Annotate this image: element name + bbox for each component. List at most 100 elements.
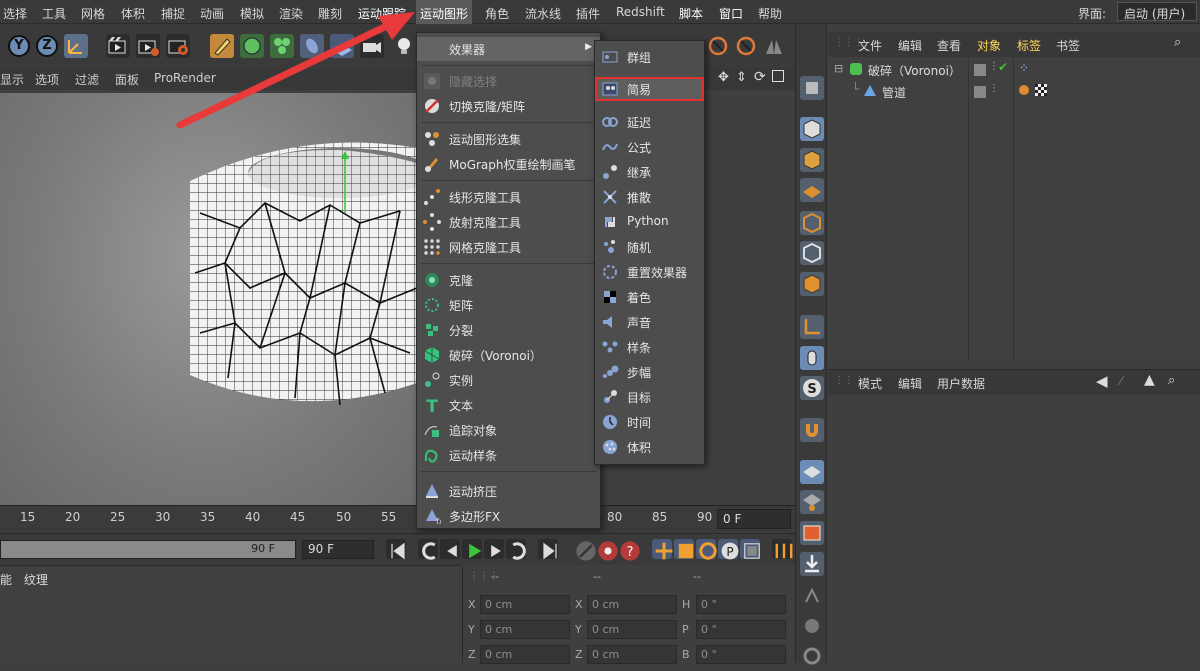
prev-key-icon[interactable] (418, 539, 438, 560)
om-menu-objects[interactable]: 对象 (977, 37, 1001, 54)
prev-frame-icon[interactable] (440, 539, 460, 559)
menu-pipeline[interactable]: 流水线 (525, 5, 561, 22)
render-settings-icon[interactable] (166, 34, 190, 58)
viewport-window-icon[interactable] (800, 521, 824, 545)
menu-item-reeffector[interactable]: 重置效果器 (595, 260, 704, 284)
max-frame-field[interactable]: 90 F (302, 540, 374, 559)
menu-simulate[interactable]: 模拟 (240, 5, 264, 22)
disable-tool-icon[interactable] (706, 34, 730, 58)
menu-item-plain-effector[interactable]: 简易 (595, 77, 704, 101)
symmetry-icon[interactable] (762, 34, 786, 58)
menu-item-linear-clone-tool[interactable]: 线形克隆工具 (417, 185, 600, 209)
menu-tools[interactable]: 工具 (42, 5, 66, 22)
menu-select[interactable]: 选择 (3, 5, 27, 22)
menu-item-time-effector[interactable]: 时间 (595, 410, 704, 434)
timeline-ruler[interactable]: 15 20 25 30 35 40 45 50 55 60 65 70 75 8… (0, 505, 795, 533)
menu-item-toggle-clone-matrix[interactable]: 切换克隆/矩阵 (417, 94, 600, 118)
ik-icon[interactable] (800, 582, 824, 606)
menu-volume[interactable]: 体积 (121, 5, 145, 22)
mograph-tag-icon[interactable]: ⁘ (1019, 61, 1029, 75)
object-row[interactable]: ⊟ 破碎（Voronoi） ⋮ ✔ ⁘ (828, 60, 1200, 81)
points-mode-icon[interactable] (800, 211, 824, 235)
menu-item-voronoi-fracture[interactable]: 破碎（Voronoi） (417, 343, 600, 367)
position-z-field[interactable]: 0 cm (480, 645, 570, 664)
menu-item-random-effector[interactable]: 随机 (595, 235, 704, 259)
render-to-picture-viewer-icon[interactable] (136, 34, 160, 58)
menu-item-formula-effector[interactable]: 公式 (595, 135, 704, 159)
zoom-view-icon[interactable]: ⇕ (736, 70, 747, 85)
current-frame-field[interactable]: 0 F (717, 509, 791, 529)
menu-motion-tracking[interactable]: 运动跟踪 (358, 5, 406, 22)
size-x-field[interactable]: 0 cm (587, 595, 677, 614)
edges-mode-icon[interactable] (800, 241, 824, 265)
disable-tool-2-icon[interactable] (734, 34, 758, 58)
layout-select[interactable]: 启动 (用户) (1117, 2, 1197, 21)
next-frame-icon[interactable] (484, 539, 504, 559)
menu-item-target-effector[interactable]: 目标 (595, 385, 704, 409)
axis-z-icon[interactable]: Z (36, 35, 58, 57)
menu-item-mospline[interactable]: 运动样条 (417, 443, 600, 467)
collapse-icon[interactable]: ⊟ (834, 62, 843, 75)
auto-key-icon[interactable]: ? (618, 539, 640, 561)
viewport-3d[interactable] (0, 93, 417, 505)
record-disabled-icon[interactable] (574, 539, 596, 561)
search-icon[interactable]: ⌕ (1168, 373, 1175, 388)
pen-tool-icon[interactable] (210, 34, 234, 58)
menu-item-volume-effector[interactable]: 体积 (595, 435, 704, 459)
rotation-h-field[interactable]: 0 ° (696, 595, 786, 614)
go-to-end-icon[interactable] (538, 539, 558, 560)
play-icon[interactable] (462, 539, 482, 559)
menu-plugins[interactable]: 插件 (576, 5, 600, 22)
menu-item-fracture[interactable]: 分裂 (417, 318, 600, 342)
position-x-field[interactable]: 0 cm (480, 595, 570, 614)
visibility-dots-icon[interactable]: ⋮ (989, 83, 999, 94)
menu-animate[interactable]: 动画 (200, 5, 224, 22)
key-pla-icon[interactable] (740, 539, 760, 559)
menu-item-delay-effector[interactable]: 延迟 (595, 110, 704, 134)
om-menu-edit[interactable]: 编辑 (898, 37, 922, 54)
menu-item-spline-effector[interactable]: 样条 (595, 335, 704, 359)
light-icon[interactable] (392, 34, 416, 58)
workplane-lock-icon[interactable] (800, 490, 824, 514)
search-icon[interactable]: ⌕ (1174, 35, 1181, 50)
menu-snap[interactable]: 捕捉 (161, 5, 185, 22)
camera-icon[interactable] (360, 34, 384, 58)
position-y-field[interactable]: 0 cm (480, 620, 570, 639)
menu-item-python-effector[interactable]: Python (595, 210, 704, 234)
snap-magnet-icon[interactable] (800, 418, 824, 442)
key-scale-icon[interactable] (674, 539, 694, 559)
menu-item-group-effector[interactable]: 群组 (595, 45, 704, 69)
move-view-icon[interactable]: ✥ (718, 70, 729, 85)
solo-mode-icon[interactable]: S (800, 376, 824, 400)
material-tag-icon[interactable] (1035, 84, 1047, 96)
phong-tag-icon[interactable] (1019, 85, 1029, 95)
menu-item-step-effector[interactable]: 步幅 (595, 360, 704, 384)
axis-mode-icon[interactable] (800, 315, 824, 339)
back-arrow-icon[interactable]: ◀ (1096, 372, 1108, 390)
menu-item-inheritance-effector[interactable]: 继承 (595, 160, 704, 184)
menu-script[interactable]: 脚本 (679, 5, 703, 22)
menu-item-radial-clone-tool[interactable]: 放射克隆工具 (417, 210, 600, 234)
menu-render[interactable]: 渲染 (279, 5, 303, 22)
rotation-b-field[interactable]: 0 ° (696, 645, 786, 664)
om-menu-file[interactable]: 文件 (858, 37, 882, 54)
gear-icon[interactable] (800, 644, 824, 668)
rotation-p-field[interactable]: 0 ° (696, 620, 786, 639)
rotate-view-icon[interactable]: ⟳ (754, 69, 766, 85)
object-name[interactable]: 破碎（Voronoi） (868, 62, 961, 79)
viewport-menu-options[interactable]: 选项 (35, 71, 59, 88)
menu-item-cloner[interactable]: 克隆 (417, 268, 600, 292)
menu-item-push-apart-effector[interactable]: 推散 (595, 185, 704, 209)
menu-mograph[interactable]: 运动图形 (416, 0, 473, 24)
menu-sculpt[interactable]: 雕刻 (318, 5, 342, 22)
viewport-menu-filter[interactable]: 过滤 (75, 71, 99, 88)
menu-item-sound-effector[interactable]: 声音 (595, 310, 704, 334)
menu-help[interactable]: 帮助 (758, 5, 782, 22)
forward-arrow-icon[interactable]: ⁄ (1120, 374, 1122, 388)
render-view-icon[interactable] (106, 34, 130, 58)
om-menu-tags[interactable]: 标签 (1017, 37, 1041, 54)
import-icon[interactable] (800, 552, 824, 576)
workplane-grid-icon[interactable] (800, 460, 824, 484)
deformer-icon[interactable] (300, 34, 324, 58)
menu-item-instance[interactable]: 实例 (417, 368, 600, 392)
